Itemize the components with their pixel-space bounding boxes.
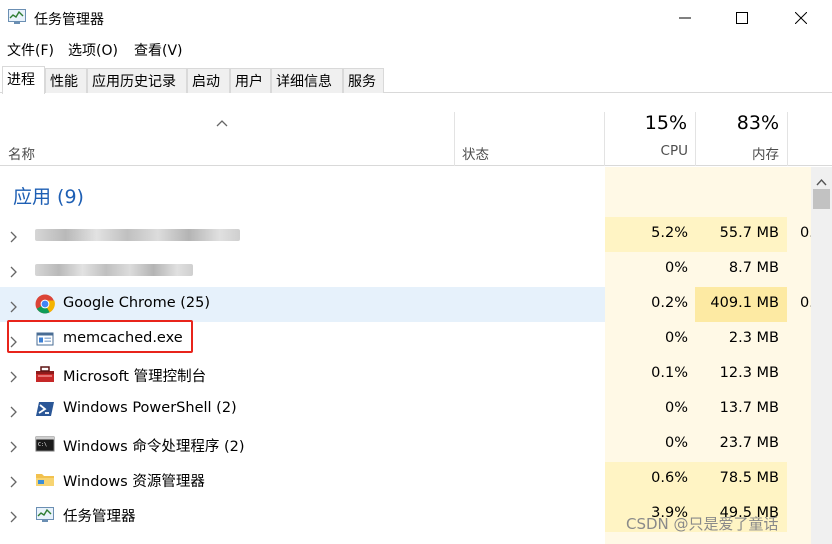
col-status[interactable]: 状态: [462, 143, 489, 163]
mem-total-pct: 83%: [736, 112, 779, 134]
process-name: 任务管理器: [63, 509, 136, 525]
list-item[interactable]: C:\ Windows 命令处理程序 (2) 0% 23.7 MB: [0, 427, 811, 462]
tab-processes[interactable]: 进程: [2, 66, 45, 94]
cpu-value: 0.1%: [605, 357, 695, 392]
process-name: Windows 命令处理程序 (2): [63, 439, 245, 455]
process-name: Microsoft 管理控制台: [63, 369, 207, 385]
chevron-right-icon[interactable]: [9, 368, 19, 383]
tab-users[interactable]: 用户: [230, 68, 271, 93]
svg-text:C:\: C:\: [38, 442, 47, 448]
list-item[interactable]: Microsoft 管理控制台 0.1% 12.3 MB: [0, 357, 811, 392]
chevron-right-icon[interactable]: [9, 438, 19, 453]
sort-up-icon: [216, 112, 228, 131]
tab-app-history[interactable]: 应用历史记录: [87, 68, 187, 93]
menu-options[interactable]: 选项(O): [68, 40, 118, 60]
cpu-value: 0%: [605, 392, 695, 427]
tab-startup[interactable]: 启动: [187, 68, 230, 93]
close-button[interactable]: [773, 0, 829, 36]
minimize-button[interactable]: [657, 0, 713, 36]
disk-value: [787, 497, 811, 532]
chevron-right-icon[interactable]: [9, 228, 19, 243]
disk-value: 0.: [787, 217, 811, 252]
tab-services[interactable]: 服务: [343, 68, 384, 93]
memory-value: 8.7 MB: [695, 252, 787, 287]
tab-performance[interactable]: 性能: [45, 68, 87, 93]
column-header: 名称 状态 15% CPU 83% 内存: [0, 112, 832, 166]
group-title-apps: 应用 (9): [13, 186, 84, 208]
window-title: 任务管理器: [34, 12, 104, 28]
maximize-icon: [736, 12, 748, 24]
memory-value: 23.7 MB: [695, 427, 787, 462]
cpu-value: 0.2%: [605, 287, 695, 322]
cpu-value: 0%: [605, 322, 695, 357]
mmc-toolbox-icon: [35, 364, 55, 384]
tab-details[interactable]: 详细信息: [271, 68, 343, 93]
memory-value: 2.3 MB: [695, 322, 787, 357]
disk-value: [787, 357, 811, 392]
vertical-scrollbar[interactable]: [811, 167, 832, 544]
cpu-total-pct: 15%: [644, 112, 687, 134]
list-item[interactable]: Google Chrome (25) 0.2% 409.1 MB 0.: [0, 287, 811, 322]
list-item[interactable]: Windows PowerShell (2) 0% 13.7 MB: [0, 392, 811, 427]
menu-file[interactable]: 文件(F): [7, 40, 54, 60]
chevron-right-icon[interactable]: [9, 403, 19, 418]
disk-value: [787, 427, 811, 462]
tab-bar: 进程 性能 应用历史记录 启动 用户 详细信息 服务: [0, 66, 832, 94]
annotation-box: [7, 320, 193, 353]
disk-value: [787, 392, 811, 427]
chrome-icon: [35, 294, 55, 314]
list-item[interactable]: 0% 8.7 MB: [0, 252, 811, 287]
minimize-icon: [679, 12, 691, 24]
col-memory[interactable]: 内存: [752, 143, 779, 163]
disk-value: 0.: [787, 287, 811, 322]
process-name: Windows PowerShell (2): [63, 400, 237, 416]
cpu-value: 0%: [605, 252, 695, 287]
list-item[interactable]: 5.2% 55.7 MB 0.: [0, 217, 811, 252]
chevron-right-icon[interactable]: [9, 508, 19, 523]
maximize-button[interactable]: [714, 0, 770, 36]
scroll-up-icon[interactable]: [816, 171, 827, 190]
watermark: CSDN @只是爱了童话: [626, 515, 779, 533]
disk-value: [787, 322, 811, 357]
cmd-icon: C:\: [35, 434, 55, 454]
list-item[interactable]: Windows 资源管理器 0.6% 78.5 MB: [0, 462, 811, 497]
blurred-name: [35, 264, 193, 276]
col-cpu[interactable]: CPU: [661, 143, 688, 159]
menu-view[interactable]: 查看(V): [134, 40, 183, 60]
process-name: Google Chrome (25): [63, 295, 210, 311]
folder-icon: [35, 469, 55, 489]
cpu-value: 0.6%: [605, 462, 695, 497]
process-list: 应用 (9) 5.2% 55.7 MB 0. 0% 8.7 MB Google: [0, 167, 832, 544]
memory-value: 409.1 MB: [695, 287, 787, 322]
chevron-right-icon[interactable]: [9, 263, 19, 278]
disk-value: [787, 252, 811, 287]
process-name: Windows 资源管理器: [63, 474, 205, 490]
scroll-thumb[interactable]: [813, 189, 830, 209]
cpu-value: 5.2%: [605, 217, 695, 252]
disk-value: [787, 462, 811, 497]
title-bar: 任务管理器: [0, 0, 832, 36]
memory-value: 78.5 MB: [695, 462, 787, 497]
chevron-right-icon[interactable]: [9, 298, 19, 313]
task-manager-icon: [35, 504, 55, 524]
memory-value: 55.7 MB: [695, 217, 787, 252]
col-name[interactable]: 名称: [8, 143, 35, 163]
menu-bar: 文件(F) 选项(O) 查看(V): [0, 36, 832, 62]
task-manager-icon: [8, 9, 26, 25]
powershell-icon: [35, 399, 55, 419]
memory-value: 13.7 MB: [695, 392, 787, 427]
cpu-value: 0%: [605, 427, 695, 462]
blurred-name: [35, 229, 240, 241]
chevron-right-icon[interactable]: [9, 473, 19, 488]
memory-value: 12.3 MB: [695, 357, 787, 392]
close-icon: [795, 12, 807, 24]
